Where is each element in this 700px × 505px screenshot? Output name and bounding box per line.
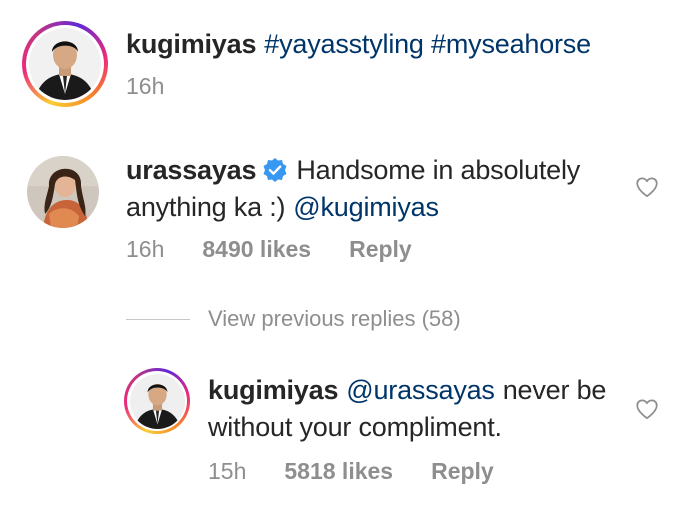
verified-badge-icon bbox=[262, 156, 288, 193]
heart-icon[interactable] bbox=[634, 396, 660, 427]
comment: urassayas Handsome in absolutely anythin… bbox=[0, 140, 700, 290]
reply-likes[interactable]: 5818 likes bbox=[284, 458, 393, 485]
avatar[interactable] bbox=[27, 156, 99, 228]
avatar-photo bbox=[27, 156, 99, 228]
comment-text-line1: Handsome in absolutely bbox=[296, 155, 581, 185]
comment-likes[interactable]: 8490 likes bbox=[202, 236, 311, 263]
reply-username[interactable]: kugimiyas bbox=[208, 372, 338, 409]
avatar-photo bbox=[129, 373, 185, 429]
comment-timestamp[interactable]: 16h bbox=[126, 236, 164, 263]
reply-reply-button[interactable]: Reply bbox=[431, 458, 494, 485]
caption-username[interactable]: kugimiyas bbox=[126, 26, 256, 63]
reply: kugimiyas @urassayas never be without yo… bbox=[0, 362, 700, 505]
avatar-photo bbox=[29, 28, 101, 100]
reply-timestamp[interactable]: 15h bbox=[208, 458, 246, 485]
comment-text-line2: anything ka :) bbox=[126, 192, 286, 222]
caption-hashtags[interactable]: #yayasstyling #myseahorse bbox=[264, 26, 591, 63]
comment-username[interactable]: urassayas bbox=[126, 152, 257, 189]
reply-text-line1: never be bbox=[502, 375, 607, 405]
heart-icon[interactable] bbox=[634, 174, 660, 205]
divider bbox=[126, 318, 190, 320]
caption: kugimiyas #yayasstyling #myseahorse 16h bbox=[0, 0, 700, 130]
caption-timestamp[interactable]: 16h bbox=[126, 73, 164, 100]
view-previous-replies-label[interactable]: View previous replies (58) bbox=[208, 306, 461, 332]
reply-mention[interactable]: @urassayas bbox=[346, 372, 495, 409]
avatar[interactable] bbox=[22, 21, 108, 107]
avatar[interactable] bbox=[124, 368, 190, 434]
comment-reply-button[interactable]: Reply bbox=[349, 236, 412, 263]
comment-mention[interactable]: @kugimiyas bbox=[293, 189, 439, 226]
view-previous-replies[interactable]: View previous replies (58) bbox=[126, 306, 461, 332]
reply-text-line2: without your compliment. bbox=[208, 412, 502, 442]
